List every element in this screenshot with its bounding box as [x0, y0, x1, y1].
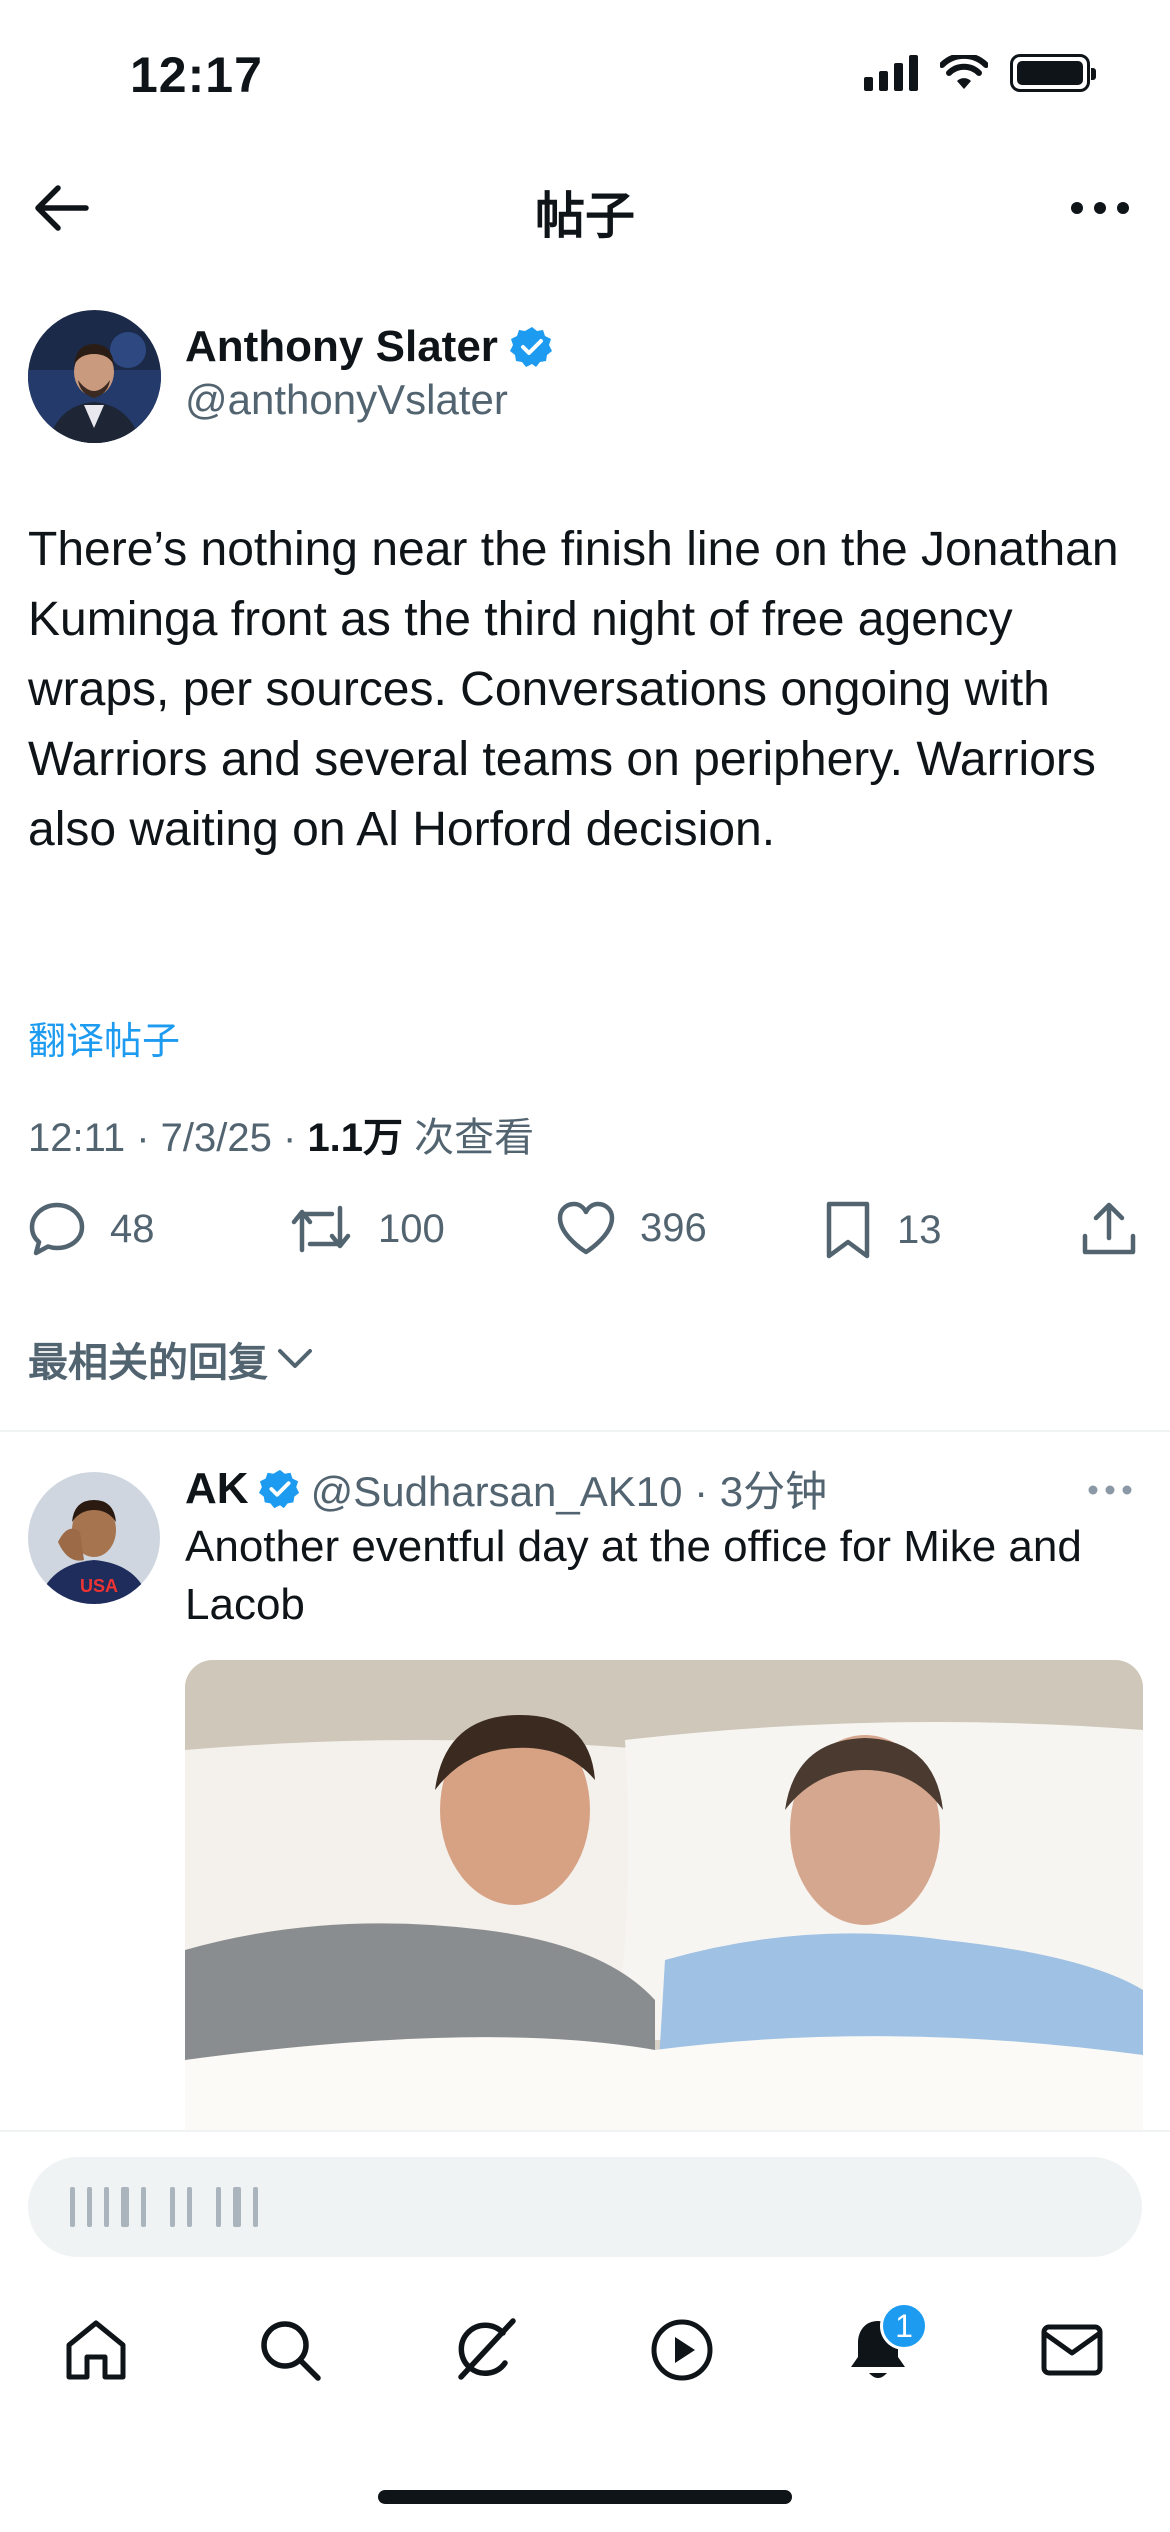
- author-name-row: Anthony Slater: [185, 322, 554, 372]
- reply-author-name[interactable]: AK: [185, 1464, 249, 1514]
- reply-header: AK @Sudharsan_AK10 · 3分钟: [185, 1458, 827, 1519]
- notifications-badge: 1: [880, 2302, 928, 2350]
- like-button[interactable]: 396: [556, 1200, 707, 1256]
- bottom-tab-bar: 1: [0, 2290, 1170, 2420]
- bookmark-icon: [826, 1201, 870, 1259]
- home-icon: [66, 2320, 126, 2380]
- chevron-down-icon: [278, 1349, 312, 1368]
- post-views-label: 次查看: [403, 1116, 535, 1160]
- status-bar: 12:17: [0, 0, 1170, 150]
- post-meta: 12:11 · 7/3/25 · 1.1万 次查看: [28, 1105, 534, 1163]
- author-name[interactable]: Anthony Slater: [185, 322, 498, 372]
- grok-icon: [458, 2318, 516, 2380]
- replies-sort-dropdown[interactable]: 最相关的回复: [28, 1330, 314, 1388]
- repost-button[interactable]: 100: [288, 1200, 445, 1258]
- status-icons: [864, 54, 1096, 92]
- search-icon: [261, 2321, 321, 2381]
- bookmark-count: 13: [897, 1207, 942, 1252]
- play-circle-icon: [651, 2319, 713, 2381]
- reply-more-button[interactable]: [1080, 1470, 1140, 1510]
- verified-badge-icon: [509, 327, 552, 367]
- tab-messages[interactable]: [1022, 2300, 1122, 2400]
- battery-icon: [1010, 54, 1096, 92]
- post-actions: 48 100 396 13: [28, 1200, 1148, 1275]
- reply-input-placeholder: [70, 2187, 258, 2227]
- tab-grok[interactable]: [436, 2300, 536, 2400]
- verified-badge-icon: [258, 1469, 299, 1508]
- tab-notifications[interactable]: 1: [828, 2300, 928, 2400]
- reply-author-handle[interactable]: @Sudharsan_AK10 · 3分钟: [311, 1458, 828, 1519]
- translate-post-link[interactable]: 翻译帖子: [28, 1010, 180, 1065]
- post-views-count[interactable]: 1.1万: [307, 1116, 403, 1160]
- reply-button[interactable]: 48: [28, 1200, 155, 1258]
- wifi-icon: [940, 55, 988, 89]
- more-horizontal-icon: [1088, 1485, 1132, 1495]
- post-author: Anthony Slater @anthonyVslater: [28, 310, 1138, 445]
- home-indicator: [378, 2490, 792, 2504]
- repost-count: 100: [378, 1206, 445, 1251]
- heart-icon: [557, 1201, 615, 1255]
- reply-avatar[interactable]: USA: [28, 1472, 160, 1604]
- svg-text:USA: USA: [80, 1576, 118, 1596]
- post-text: There’s nothing near the finish line on …: [28, 523, 1119, 856]
- comment-icon: [29, 1202, 85, 1256]
- author-avatar[interactable]: [28, 310, 161, 443]
- nav-header: 帖子: [0, 150, 1170, 265]
- like-count: 396: [640, 1205, 707, 1250]
- divider: [0, 1430, 1170, 1432]
- reply-image[interactable]: [185, 1660, 1143, 2130]
- post-timestamp: 12:11 · 7/3/25 ·: [28, 1116, 308, 1160]
- bookmark-button[interactable]: 13: [823, 1200, 942, 1260]
- replies-sort-label: 最相关的回复: [28, 1341, 268, 1385]
- reply-count: 48: [110, 1206, 155, 1251]
- tab-home[interactable]: [46, 2300, 146, 2400]
- tab-search[interactable]: [240, 2300, 340, 2400]
- author-handle[interactable]: @anthonyVslater: [185, 376, 508, 424]
- more-horizontal-icon: [1071, 202, 1129, 214]
- share-icon: [1082, 1202, 1136, 1255]
- more-options-button[interactable]: [1060, 176, 1140, 240]
- repost-icon: [291, 1205, 351, 1253]
- page-title: 帖子: [535, 188, 635, 244]
- tab-videos[interactable]: [632, 2300, 732, 2400]
- share-button[interactable]: [1080, 1200, 1138, 1258]
- reply-input[interactable]: [28, 2157, 1142, 2257]
- reply-text: Another eventful day at the office for M…: [185, 1522, 1082, 1629]
- mail-icon: [1041, 2324, 1103, 2376]
- status-time: 12:17: [130, 47, 263, 103]
- signal-icon: [864, 55, 918, 91]
- reply-composer: [0, 2130, 1170, 2270]
